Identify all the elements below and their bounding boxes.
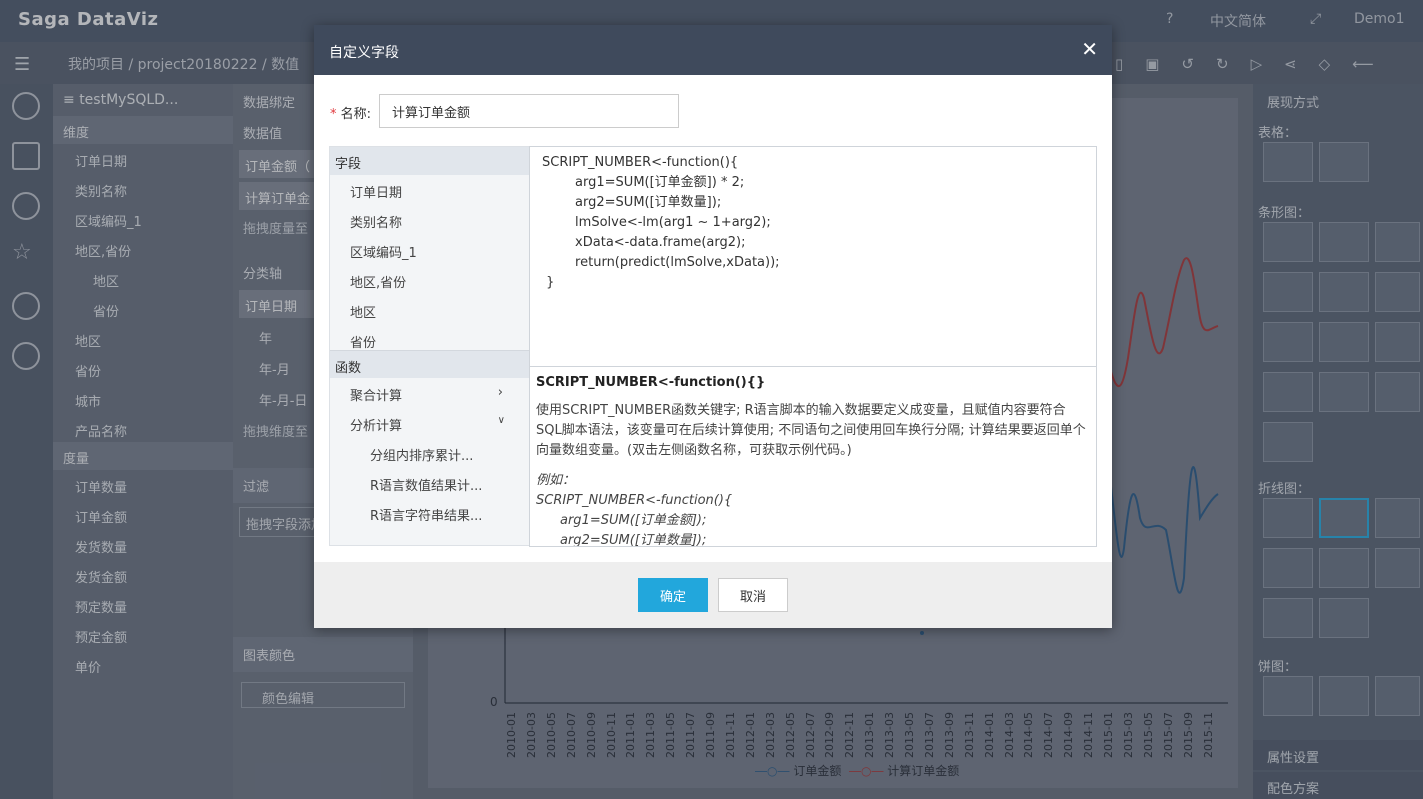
function-item[interactable]: R语言字符串结果... [330, 498, 529, 528]
custom-field-dialog: 自定义字段 ✕ * 名称: 字段 订单日期 类别名称 区域编码_1 地区,省份 … [314, 25, 1112, 628]
field-function-list: 字段 订单日期 类别名称 区域编码_1 地区,省份 地区 省份 函数 聚合计算 ›… [329, 146, 530, 546]
function-item[interactable]: 分组内排序累计... [330, 438, 529, 468]
description-title: SCRIPT_NUMBER<-function(){} [536, 375, 766, 390]
example-line: SCRIPT_NUMBER<-function(){ [536, 493, 733, 508]
name-input[interactable] [379, 94, 679, 128]
field-item[interactable]: 省份 [330, 325, 529, 351]
field-item[interactable]: 类别名称 [330, 205, 529, 235]
description-text: 使用SCRIPT_NUMBER函数关键字; R语言脚本的输入数据要定义成变量，且… [536, 403, 1086, 458]
name-label: * 名称: [330, 107, 372, 122]
function-section-header: 函数 [330, 350, 529, 378]
function-group[interactable]: 聚合计算 › [330, 378, 529, 408]
chevron-down-icon: ∨ [497, 415, 505, 426]
chevron-right-icon: › [497, 385, 503, 400]
example-line: arg2=SUM([订单数量]); [560, 533, 707, 547]
function-item[interactable]: R语言数值结果计... [330, 468, 529, 498]
function-description: SCRIPT_NUMBER<-function(){} 使用SCRIPT_NUM… [529, 367, 1097, 547]
function-group[interactable]: 分析计算 ∨ [330, 408, 529, 438]
dialog-title: 自定义字段 [329, 45, 399, 61]
cancel-button[interactable]: 取消 [718, 578, 788, 612]
dialog-header: 自定义字段 [314, 25, 1112, 75]
field-item[interactable]: 订单日期 [330, 175, 529, 205]
close-icon[interactable]: ✕ [1081, 37, 1098, 61]
field-section-header: 字段 [330, 147, 529, 175]
example-line: arg1=SUM([订单金额]); [560, 513, 707, 528]
field-item[interactable]: 地区,省份 [330, 265, 529, 295]
field-item[interactable]: 地区 [330, 295, 529, 325]
script-editor[interactable]: SCRIPT_NUMBER<-function(){ arg1=SUM([订单金… [529, 146, 1097, 367]
dialog-footer [314, 562, 1112, 628]
example-label: 例如： [536, 473, 576, 488]
field-item[interactable]: 区域编码_1 [330, 235, 529, 265]
confirm-button[interactable]: 确定 [638, 578, 708, 612]
